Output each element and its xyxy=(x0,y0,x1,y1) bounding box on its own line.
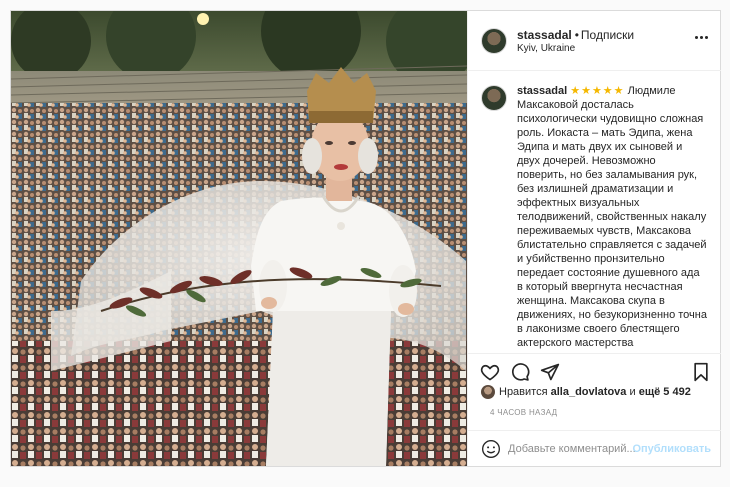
likes-line: Нравится alla_dovlatova и ещё 5 492 xyxy=(481,385,691,403)
comment-input[interactable]: Добавьте комментарий... xyxy=(508,443,636,455)
avatar[interactable] xyxy=(481,28,507,54)
comment-box: Добавьте комментарий... Опубликовать xyxy=(468,430,721,466)
location-link[interactable]: Kyiv, Ukraine xyxy=(517,43,575,54)
photo-theatre-scene xyxy=(11,11,467,466)
post-author: stassadal • Подписки xyxy=(517,28,634,42)
caption-body: Людмиле Максаковой досталась психологиче… xyxy=(517,85,707,349)
follow-status[interactable]: Подписки xyxy=(581,28,634,42)
publish-button[interactable]: Опубликовать xyxy=(632,443,711,455)
heart-icon[interactable] xyxy=(480,362,500,382)
share-icon[interactable] xyxy=(540,362,560,382)
post-sidebar: stassadal • Подписки Kyiv, Ukraine stassad… xyxy=(467,11,721,466)
post-photo[interactable] xyxy=(11,11,467,466)
avatar[interactable] xyxy=(481,85,507,111)
author-username[interactable]: stassadal xyxy=(517,28,572,42)
liker-avatar xyxy=(481,385,495,399)
caption-username[interactable]: stassadal xyxy=(517,85,567,97)
bookmark-icon[interactable] xyxy=(691,362,711,382)
post-timestamp[interactable]: 4 ЧАСОВ НАЗАД xyxy=(490,408,557,417)
caption-section: stassadal ★★★★★ Людмиле Максаковой доста… xyxy=(468,71,721,354)
instagram-post: stassadal • Подписки Kyiv, Ukraine stassad… xyxy=(10,10,721,467)
more-horizontal-icon[interactable] xyxy=(695,36,709,40)
comment-icon[interactable] xyxy=(510,362,530,382)
star-rating: ★★★★★ xyxy=(570,85,625,97)
likes-and: и xyxy=(629,385,636,398)
post-header: stassadal • Подписки Kyiv, Ukraine xyxy=(468,11,721,71)
likes-count[interactable]: ещё 5 492 xyxy=(639,386,691,398)
liker-username[interactable]: alla_dovlatova xyxy=(551,386,627,398)
smile-icon[interactable] xyxy=(481,439,501,459)
likes-prefix: Нравится xyxy=(499,385,548,398)
separator-dot: • xyxy=(574,28,579,42)
caption-text: stassadal ★★★★★ Людмиле Максаковой доста… xyxy=(517,84,707,350)
